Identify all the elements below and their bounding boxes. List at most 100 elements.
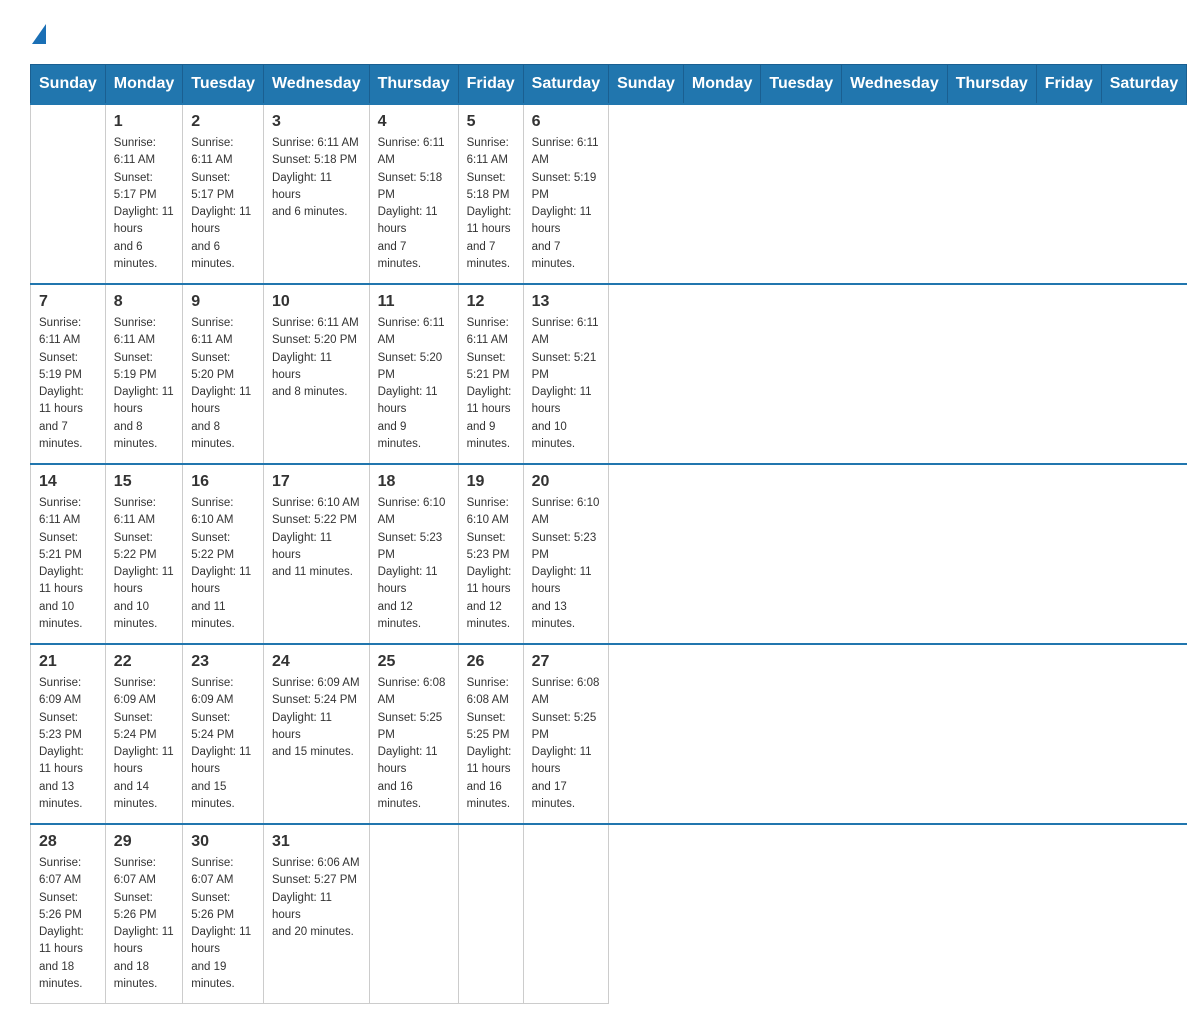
calendar-day-cell: 5 Sunrise: 6:11 AM Sunset: 5:18 PM Daylig…	[458, 104, 523, 284]
calendar-day-cell: 24Sunrise: 6:09 AM Sunset: 5:24 PM Dayli…	[263, 644, 369, 824]
calendar-day-cell: 1 Sunrise: 6:11 AM Sunset: 5:17 PM Daylig…	[105, 104, 182, 284]
calendar-day-cell: 27Sunrise: 6:08 AM Sunset: 5:25 PM Dayli…	[523, 644, 608, 824]
day-info: Sunrise: 6:07 AM Sunset: 5:26 PM Dayligh…	[191, 855, 255, 993]
day-info: Sunrise: 6:11 AM Sunset: 5:21 PM Dayligh…	[39, 495, 97, 633]
calendar-day-cell: 9 Sunrise: 6:11 AM Sunset: 5:20 PM Daylig…	[183, 284, 264, 464]
day-number: 21	[39, 653, 97, 671]
day-info: Sunrise: 6:11 AM Sunset: 5:22 PM Dayligh…	[114, 495, 174, 633]
day-number: 22	[114, 653, 174, 671]
day-number: 16	[191, 473, 255, 491]
calendar-day-cell: 23Sunrise: 6:09 AM Sunset: 5:24 PM Dayli…	[183, 644, 264, 824]
calendar-day-cell: 19 Sunrise: 6:10 AM Sunset: 5:23 PM Dayli…	[458, 464, 523, 644]
header-monday: Monday	[105, 65, 182, 105]
calendar-day-cell: 8 Sunrise: 6:11 AM Sunset: 5:19 PM Daylig…	[105, 284, 182, 464]
calendar-day-cell: 28Sunrise: 6:07 AM Sunset: 5:26 PM Dayli…	[31, 824, 106, 1004]
day-info: Sunrise: 6:08 AM Sunset: 5:25 PM Dayligh…	[467, 675, 515, 813]
day-number: 8	[114, 293, 174, 311]
calendar-day-cell: 12Sunrise: 6:11 AM Sunset: 5:21 PM Dayli…	[458, 284, 523, 464]
day-info: Sunrise: 6:11 AM Sunset: 5:21 PM Dayligh…	[467, 315, 515, 453]
day-number: 4	[378, 113, 450, 131]
calendar-day-cell: 30 Sunrise: 6:07 AM Sunset: 5:26 PM Dayli…	[183, 824, 264, 1004]
header-sunday: Sunday	[31, 65, 106, 105]
logo	[30, 20, 46, 44]
day-number: 26	[467, 653, 515, 671]
calendar-day-cell: 17Sunrise: 6:10 AM Sunset: 5:22 PM Dayli…	[263, 464, 369, 644]
day-info: Sunrise: 6:10 AM Sunset: 5:23 PM Dayligh…	[378, 495, 450, 633]
day-number: 11	[378, 293, 450, 311]
day-number: 1	[114, 113, 174, 131]
day-number: 6	[532, 113, 600, 131]
calendar-day-cell: 20 Sunrise: 6:10 AM Sunset: 5:23 PM Dayli…	[523, 464, 608, 644]
calendar-day-cell: 15 Sunrise: 6:11 AM Sunset: 5:22 PM Dayli…	[105, 464, 182, 644]
day-number: 31	[272, 833, 361, 851]
col-header-friday: Friday	[1036, 65, 1101, 105]
day-number: 25	[378, 653, 450, 671]
day-number: 7	[39, 293, 97, 311]
day-number: 19	[467, 473, 515, 491]
day-number: 17	[272, 473, 361, 491]
day-info: Sunrise: 6:11 AM Sunset: 5:20 PM Dayligh…	[378, 315, 450, 453]
calendar-day-cell: 21Sunrise: 6:09 AM Sunset: 5:23 PM Dayli…	[31, 644, 106, 824]
calendar-day-cell: 10 Sunrise: 6:11 AM Sunset: 5:20 PM Dayli…	[263, 284, 369, 464]
day-info: Sunrise: 6:11 AM Sunset: 5:20 PM Dayligh…	[191, 315, 255, 453]
day-info: Sunrise: 6:10 AM Sunset: 5:23 PM Dayligh…	[532, 495, 600, 633]
calendar-week-row: 7 Sunrise: 6:11 AM Sunset: 5:19 PM Daylig…	[31, 284, 1187, 464]
calendar-day-cell: 4 Sunrise: 6:11 AM Sunset: 5:18 PM Daylig…	[369, 104, 458, 284]
day-number: 13	[532, 293, 600, 311]
calendar-day-cell: 2 Sunrise: 6:11 AM Sunset: 5:17 PM Daylig…	[183, 104, 264, 284]
day-number: 15	[114, 473, 174, 491]
day-info: Sunrise: 6:11 AM Sunset: 5:18 PM Dayligh…	[378, 135, 450, 273]
day-info: Sunrise: 6:10 AM Sunset: 5:22 PM Dayligh…	[191, 495, 255, 633]
day-info: Sunrise: 6:09 AM Sunset: 5:24 PM Dayligh…	[114, 675, 174, 813]
header-thursday: Thursday	[369, 65, 458, 105]
day-info: Sunrise: 6:11 AM Sunset: 5:20 PM Dayligh…	[272, 315, 361, 401]
col-header-saturday: Saturday	[1101, 65, 1186, 105]
calendar-day-cell: 11 Sunrise: 6:11 AM Sunset: 5:20 PM Dayli…	[369, 284, 458, 464]
col-header-sunday: Sunday	[609, 65, 684, 105]
day-info: Sunrise: 6:11 AM Sunset: 5:17 PM Dayligh…	[191, 135, 255, 273]
calendar-header-row: SundayMondayTuesdayWednesdayThursdayFrid…	[31, 65, 1187, 105]
day-info: Sunrise: 6:09 AM Sunset: 5:24 PM Dayligh…	[191, 675, 255, 813]
day-info: Sunrise: 6:08 AM Sunset: 5:25 PM Dayligh…	[532, 675, 600, 813]
day-number: 9	[191, 293, 255, 311]
calendar-day-cell: 6Sunrise: 6:11 AM Sunset: 5:19 PM Daylig…	[523, 104, 608, 284]
day-number: 29	[114, 833, 174, 851]
page-header	[30, 20, 1158, 44]
day-info: Sunrise: 6:11 AM Sunset: 5:19 PM Dayligh…	[114, 315, 174, 453]
calendar-table: SundayMondayTuesdayWednesdayThursdayFrid…	[30, 64, 1187, 1004]
header-wednesday: Wednesday	[263, 65, 369, 105]
day-number: 28	[39, 833, 97, 851]
day-info: Sunrise: 6:09 AM Sunset: 5:24 PM Dayligh…	[272, 675, 361, 761]
calendar-day-cell: 25 Sunrise: 6:08 AM Sunset: 5:25 PM Dayli…	[369, 644, 458, 824]
day-number: 30	[191, 833, 255, 851]
calendar-day-cell	[369, 824, 458, 1004]
day-info: Sunrise: 6:11 AM Sunset: 5:18 PM Dayligh…	[467, 135, 515, 273]
calendar-week-row: 21Sunrise: 6:09 AM Sunset: 5:23 PM Dayli…	[31, 644, 1187, 824]
calendar-day-cell: 22 Sunrise: 6:09 AM Sunset: 5:24 PM Dayli…	[105, 644, 182, 824]
day-info: Sunrise: 6:08 AM Sunset: 5:25 PM Dayligh…	[378, 675, 450, 813]
day-number: 20	[532, 473, 600, 491]
day-number: 2	[191, 113, 255, 131]
day-number: 5	[467, 113, 515, 131]
day-info: Sunrise: 6:06 AM Sunset: 5:27 PM Dayligh…	[272, 855, 361, 941]
logo-triangle-icon	[32, 24, 46, 44]
day-info: Sunrise: 6:07 AM Sunset: 5:26 PM Dayligh…	[114, 855, 174, 993]
col-header-tuesday: Tuesday	[761, 65, 842, 105]
day-info: Sunrise: 6:10 AM Sunset: 5:23 PM Dayligh…	[467, 495, 515, 633]
day-number: 14	[39, 473, 97, 491]
calendar-day-cell: 3Sunrise: 6:11 AM Sunset: 5:18 PM Daylig…	[263, 104, 369, 284]
calendar-week-row: 14 Sunrise: 6:11 AM Sunset: 5:21 PM Dayli…	[31, 464, 1187, 644]
day-number: 10	[272, 293, 361, 311]
day-info: Sunrise: 6:11 AM Sunset: 5:17 PM Dayligh…	[114, 135, 174, 273]
col-header-thursday: Thursday	[947, 65, 1036, 105]
col-header-monday: Monday	[683, 65, 760, 105]
calendar-day-cell: 31 Sunrise: 6:06 AM Sunset: 5:27 PM Dayli…	[263, 824, 369, 1004]
calendar-day-cell	[31, 104, 106, 284]
calendar-day-cell: 29 Sunrise: 6:07 AM Sunset: 5:26 PM Dayli…	[105, 824, 182, 1004]
day-number: 18	[378, 473, 450, 491]
day-info: Sunrise: 6:11 AM Sunset: 5:21 PM Dayligh…	[532, 315, 600, 453]
calendar-day-cell: 16 Sunrise: 6:10 AM Sunset: 5:22 PM Dayli…	[183, 464, 264, 644]
calendar-day-cell	[523, 824, 608, 1004]
calendar-day-cell: 13 Sunrise: 6:11 AM Sunset: 5:21 PM Dayli…	[523, 284, 608, 464]
calendar-day-cell: 14 Sunrise: 6:11 AM Sunset: 5:21 PM Dayli…	[31, 464, 106, 644]
